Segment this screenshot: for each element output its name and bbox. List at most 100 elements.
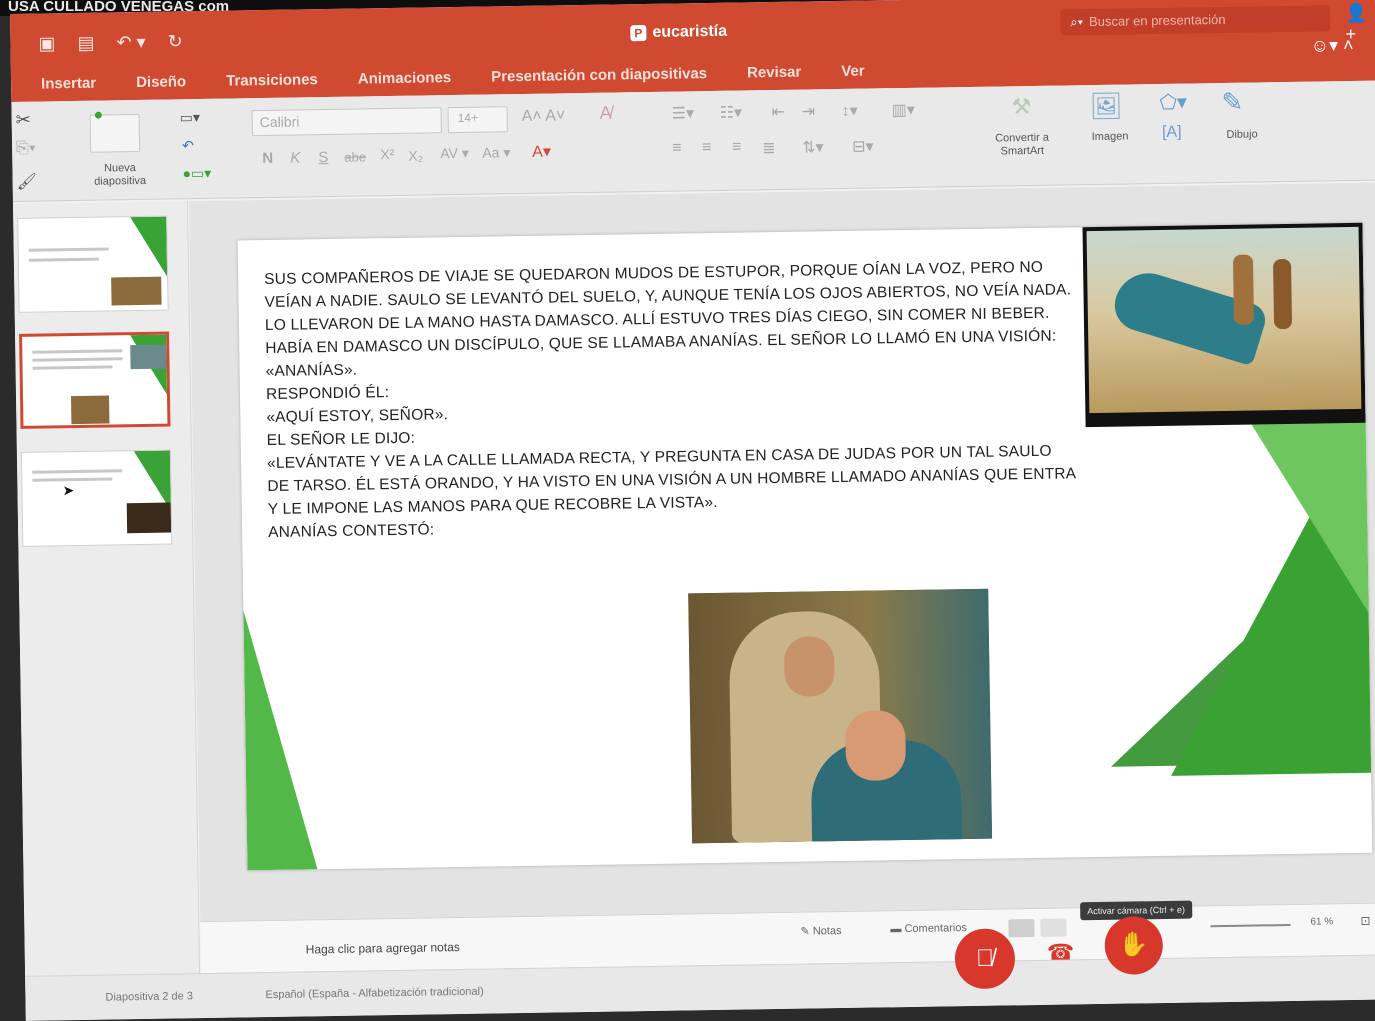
thumb-line <box>32 349 123 354</box>
thumb-green-accent <box>130 216 168 278</box>
mouse-cursor-icon: ➤ <box>62 482 75 499</box>
tab-diseno[interactable]: Diseño <box>116 69 206 95</box>
image-label: Imagen <box>1091 130 1129 144</box>
search-placeholder: Buscar en presentación <box>1088 11 1226 30</box>
notes-button[interactable]: ✎ Notas <box>800 924 841 938</box>
cut-icon[interactable]: ✂ <box>16 110 31 131</box>
normal-view-button[interactable] <box>1008 919 1035 938</box>
comment-icon: ▬ <box>890 923 905 936</box>
textbox-icon[interactable]: [A] <box>1162 124 1182 142</box>
tab-insertar[interactable]: Insertar <box>21 70 116 96</box>
document-title: Peucaristía <box>630 23 727 43</box>
powerpoint-icon: P <box>630 25 647 42</box>
tab-ver[interactable]: Ver <box>821 58 885 84</box>
tab-presentacion[interactable]: Presentación con diapositivas <box>471 61 727 90</box>
italic-button[interactable]: K <box>290 149 300 166</box>
align-center-icon[interactable]: ≡ <box>702 139 712 157</box>
reset-icon[interactable]: ↶ <box>182 137 194 154</box>
hang-up-icon[interactable]: ☎ <box>1047 939 1075 965</box>
thumb-line <box>32 469 123 474</box>
format-painter-icon[interactable]: 🖌 <box>16 172 38 192</box>
slide-count: Diapositiva 2 de 3 <box>105 990 193 1004</box>
font-size-value: 14+ <box>457 110 479 125</box>
image-figure <box>845 710 907 781</box>
slide-body-text[interactable]: SUS COMPAÑEROS DE VIAJE SE QUEDARON MUDO… <box>264 255 1078 544</box>
slide-image-ananias-healing[interactable] <box>688 588 993 844</box>
feedback-smiley-icon[interactable]: ☺▾ ˄ <box>1310 35 1353 57</box>
microphone-off-icon: 🎙̸ <box>975 944 995 972</box>
strikethrough-button[interactable]: abe <box>344 149 366 164</box>
ribbon: ✂ ⎘▾ 🖌 ● Nueva diapositiva ▭▾ ↶ ●▭▾ Cali… <box>11 80 1375 202</box>
slide-image-saul-fallen[interactable] <box>1082 222 1366 428</box>
slide-thumbnail-3[interactable]: ➤ <box>20 449 173 547</box>
thumb-line <box>32 477 113 482</box>
tab-transiciones[interactable]: Transiciones <box>206 67 338 94</box>
image-icon[interactable]: 🖼 <box>1089 91 1122 123</box>
green-accent-right-light <box>1245 412 1369 615</box>
notes-placeholder[interactable]: Haga clic para agregar notas <box>306 940 460 956</box>
slide-line-6: «LEVÁNTATE Y VE A LA CALLE LLAMADA RECTA… <box>266 442 1076 519</box>
decrease-indent-icon[interactable]: ⇤ <box>771 102 786 122</box>
slide-canvas: SUS COMPAÑEROS DE VIAJE SE QUEDARON MUDO… <box>188 182 1375 922</box>
current-slide[interactable]: SUS COMPAÑEROS DE VIAJE SE QUEDARON MUDO… <box>237 222 1373 871</box>
undo-icon[interactable]: ↶ ▾ <box>116 32 145 53</box>
save-icon[interactable]: ▤ <box>77 33 94 54</box>
align-right-icon[interactable]: ≡ <box>732 139 742 157</box>
search-icon: ⌕▾ <box>1070 14 1084 30</box>
thumb-line <box>28 247 109 252</box>
section-icon[interactable]: ●▭▾ <box>182 165 211 182</box>
change-case-icon[interactable]: Aa ▾ <box>482 144 510 161</box>
line-spacing-icon[interactable]: ↕▾ <box>841 101 857 121</box>
thumb-line <box>28 257 99 262</box>
smartart-icon[interactable]: ⚒ <box>1011 94 1031 120</box>
thumb-image <box>71 395 110 425</box>
shapes-icon[interactable]: ⬠▾ <box>1159 90 1187 115</box>
search-box[interactable]: ⌕▾ Buscar en presentación <box>1060 5 1331 36</box>
subscript-icon[interactable]: X₂ <box>408 148 423 164</box>
underline-button[interactable]: S <box>318 149 328 166</box>
copy-icon[interactable]: ⎘▾ <box>16 140 36 158</box>
bold-button[interactable]: N <box>262 150 273 167</box>
zoom-level[interactable]: 61 % <box>1310 916 1333 927</box>
fit-to-window-icon[interactable]: ⊡ <box>1360 914 1370 928</box>
slide-thumbnail-2[interactable] <box>19 331 171 429</box>
comments-button[interactable]: ▬ Comentarios <box>890 922 967 935</box>
text-direction-icon[interactable]: ⇅▾ <box>802 137 824 157</box>
thumb-line <box>32 357 123 362</box>
thumb-line <box>32 365 113 370</box>
font-name-value: Calibri <box>259 113 300 131</box>
draw-label: Dibujo <box>1226 128 1258 141</box>
draw-icon[interactable]: ✎ <box>1221 87 1243 118</box>
thumb-image <box>126 502 172 534</box>
grow-font-icon[interactable]: A˄ A˅ <box>522 107 566 126</box>
new-slide-plus-icon: ● <box>93 106 104 124</box>
superscript-icon[interactable]: X² <box>380 146 394 162</box>
font-color-icon[interactable]: A▾ <box>532 142 551 162</box>
thumb-image <box>111 276 162 306</box>
redo-icon[interactable]: ↻ <box>167 31 182 52</box>
image-figure <box>783 636 835 697</box>
image-figure <box>1273 258 1293 330</box>
columns-icon[interactable]: ▥▾ <box>891 100 914 120</box>
justify-icon[interactable]: ≣ <box>762 138 776 158</box>
layout-icon[interactable]: ▭▾ <box>180 109 201 126</box>
slide-sorter-button[interactable] <box>1040 918 1067 937</box>
numbering-icon[interactable]: ☷▾ <box>719 103 743 123</box>
char-spacing-icon[interactable]: AV ▾ <box>440 145 469 162</box>
slide-paragraph-1: SUS COMPAÑEROS DE VIAJE SE QUEDARON MUDO… <box>264 258 1072 335</box>
slide-thumbnail-1[interactable] <box>17 215 169 313</box>
align-left-icon[interactable]: ≡ <box>672 139 682 157</box>
zoom-slider[interactable] <box>1210 923 1291 928</box>
convert-smartart-label: Convertir a SmartArt <box>995 131 1050 158</box>
hand-icon: ✋ <box>1118 931 1149 959</box>
new-slide-label: Nueva diapositiva <box>94 162 147 188</box>
language-indicator[interactable]: Español (España - Alfabetización tradici… <box>265 986 483 1001</box>
tab-animaciones[interactable]: Animaciones <box>338 65 472 92</box>
powerpoint-window: ▣ ▤ ↶ ▾ ↻ Peucaristía ⌕▾ Buscar en presen… <box>10 0 1375 1021</box>
sidebar-toggle-icon[interactable]: ▣ <box>38 33 55 54</box>
tab-revisar[interactable]: Revisar <box>727 59 822 85</box>
increase-indent-icon[interactable]: ⇥ <box>801 101 816 121</box>
clear-format-icon[interactable]: A̸ <box>599 103 611 124</box>
bullets-icon[interactable]: ☰▾ <box>671 103 695 123</box>
align-text-icon[interactable]: ⊟▾ <box>852 136 874 156</box>
